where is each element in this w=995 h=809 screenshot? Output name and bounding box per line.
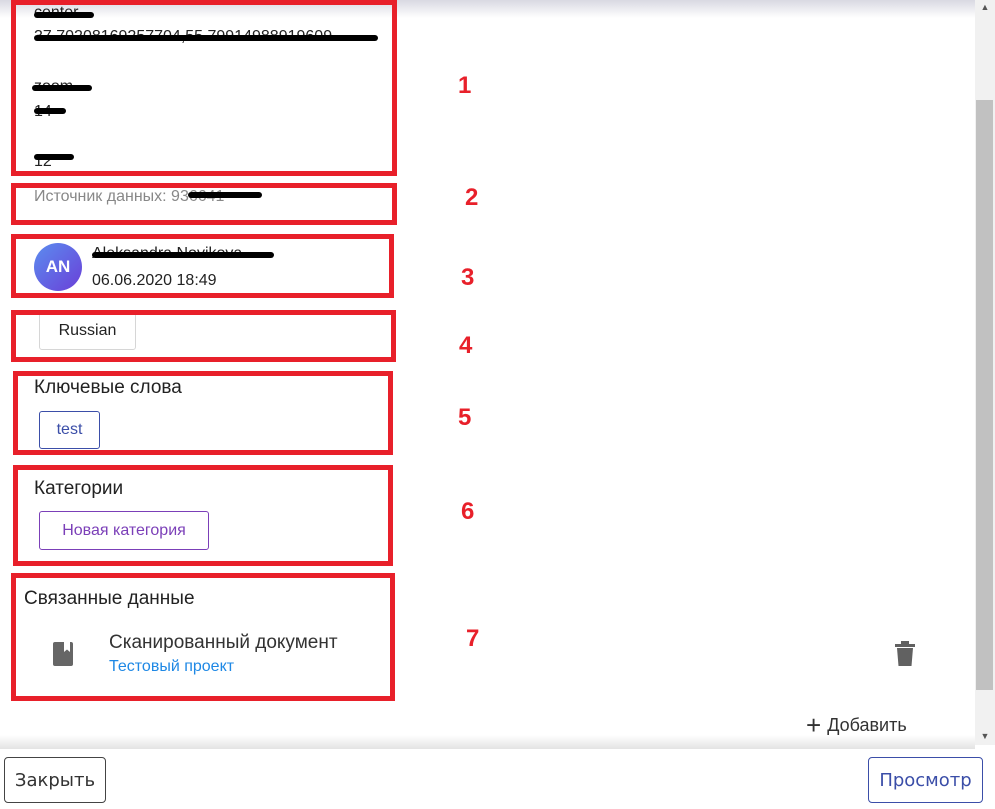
annotation-box-5	[13, 371, 393, 455]
close-button[interactable]: Закрыть	[4, 757, 106, 803]
annotation-number-5: 5	[458, 404, 472, 431]
annotation-number-6: 6	[461, 498, 475, 525]
annotation-number-2: 2	[465, 184, 479, 211]
annotation-box-1	[11, 0, 397, 176]
view-button[interactable]: Просмотр	[868, 757, 983, 803]
trash-icon[interactable]	[894, 641, 916, 667]
annotation-number-4: 4	[459, 332, 473, 359]
annotation-box-7	[11, 573, 395, 701]
annotation-number-1: 1	[458, 72, 472, 99]
scrollbar-thumb[interactable]	[976, 100, 993, 690]
bottom-scroll-shadow	[0, 735, 975, 749]
annotation-number-7: 7	[466, 625, 480, 652]
annotation-box-3	[11, 234, 394, 298]
annotation-box-6	[13, 465, 393, 566]
add-related-label: Добавить	[827, 714, 907, 735]
annotation-box-2	[11, 183, 397, 225]
annotation-number-3: 3	[461, 264, 475, 291]
scroll-down-arrow-icon[interactable]: ▼	[979, 731, 991, 741]
scroll-up-arrow-icon[interactable]: ▲	[979, 2, 991, 12]
annotation-box-4	[11, 310, 396, 362]
